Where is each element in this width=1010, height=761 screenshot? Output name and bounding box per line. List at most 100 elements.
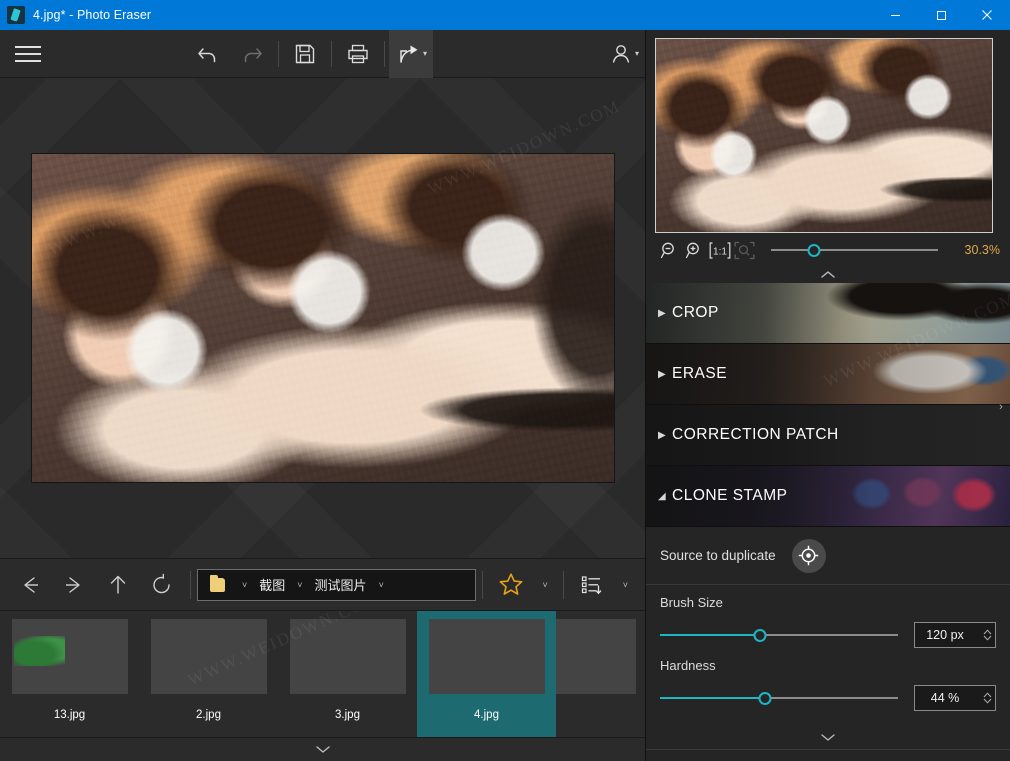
window-controls <box>872 0 1010 30</box>
panel-collapse-toggle[interactable]: › <box>994 393 1008 421</box>
share-icon <box>400 45 418 63</box>
thumbnail-image <box>289 619 406 694</box>
hardness-slider-handle[interactable] <box>758 691 772 705</box>
hardness-value: 44 % <box>930 691 960 705</box>
undo-button[interactable] <box>186 30 230 78</box>
nav-divider <box>190 570 191 599</box>
chevron-down-icon <box>821 733 835 741</box>
thumbnail-image <box>11 619 128 694</box>
breadcrumb-item-1[interactable]: 截图 <box>256 575 288 594</box>
accordion-item-crop[interactable]: ▶ CROP <box>646 283 1010 344</box>
toolbar-divider-3 <box>384 40 385 67</box>
options-collapse-button[interactable] <box>646 727 1010 747</box>
accordion-item-erase[interactable]: ▶ ERASE <box>646 344 1010 405</box>
zoom-slider-handle[interactable] <box>807 243 821 257</box>
tools-panel: 1:1 30.3% ▶ CROP ▶ ERASE ▶ CORRECTION PA… <box>645 30 1010 761</box>
list-item[interactable]: 2.jpg <box>139 611 278 737</box>
list-item[interactable] <box>556 611 636 737</box>
filmstrip[interactable]: 13.jpg 2.jpg 3.jpg 4.jpg WWW.WEIDOWN.COM <box>0 610 645 737</box>
share-caret-icon: ▾ <box>423 49 428 58</box>
save-icon <box>295 44 315 63</box>
breadcrumb[interactable]: ˅ 截图 ˅ 测试图片 ˅ <box>197 568 477 601</box>
accordion-label: CORRECTION PATCH <box>672 426 839 443</box>
print-icon <box>348 44 368 63</box>
source-to-duplicate-row: Source to duplicate <box>646 527 1010 585</box>
zoom-in-button[interactable] <box>682 237 707 263</box>
zoom-slider-track <box>771 249 938 251</box>
print-button[interactable] <box>336 30 380 78</box>
chevron-down-icon[interactable]: ˅ <box>288 580 311 590</box>
accordion-label: ERASE <box>672 365 728 382</box>
chevron-down-icon[interactable]: ˅ <box>370 580 393 590</box>
sort-list-icon <box>581 575 601 594</box>
list-item[interactable]: 3.jpg <box>278 611 417 737</box>
slider-fill <box>660 697 765 699</box>
back-button[interactable] <box>8 565 52 605</box>
nav-divider-2 <box>482 570 484 599</box>
actual-size-button[interactable]: 1:1 <box>707 237 732 263</box>
stepper-arrows[interactable] <box>979 686 995 710</box>
up-arrow-icon <box>110 575 126 593</box>
favorites-button[interactable] <box>489 565 533 605</box>
account-button[interactable]: ▾ <box>601 30 645 78</box>
brush-size-slider[interactable] <box>660 626 898 644</box>
edited-photo[interactable] <box>31 154 614 482</box>
brush-size-block: Brush Size 120 px <box>646 585 1010 648</box>
editor-column: ▾ ▾ WWW.WEIDOWN.COM WWW.WEIDOW <box>0 29 645 761</box>
target-crosshair-icon <box>798 545 819 566</box>
title-bar: 4.jpg* - Photo Eraser <box>0 0 1010 30</box>
forward-arrow-icon <box>66 576 80 593</box>
refresh-button[interactable] <box>140 565 184 605</box>
hardness-slider[interactable] <box>660 689 898 707</box>
zoom-out-icon <box>660 242 674 258</box>
brush-size-slider-handle[interactable] <box>753 628 767 642</box>
clone-stamp-options: Source to duplicate Brush Size 120 px Ha… <box>646 527 1010 761</box>
source-picker-button[interactable] <box>791 538 826 573</box>
zoom-in-icon <box>685 242 699 258</box>
breadcrumb-item-2[interactable]: 测试图片 <box>312 575 370 594</box>
sort-caret-icon[interactable]: ˅ <box>614 580 637 590</box>
maximize-button[interactable] <box>918 0 964 30</box>
stepper-arrows[interactable] <box>979 623 995 647</box>
brush-size-stepper[interactable]: 120 px <box>914 622 996 648</box>
list-item[interactable]: 13.jpg <box>0 611 139 737</box>
chevron-right-icon: ▶ <box>658 307 666 319</box>
hardness-label: Hardness <box>660 658 716 673</box>
forward-button[interactable] <box>52 565 96 605</box>
fit-to-screen-button[interactable] <box>732 237 757 263</box>
image-canvas[interactable]: WWW.WEIDOWN.COM WWW.WEIDOWN.COM <box>0 78 645 558</box>
share-button[interactable]: ▾ <box>389 29 434 78</box>
account-caret-icon: ▾ <box>634 49 639 58</box>
up-button[interactable] <box>96 565 140 605</box>
save-button[interactable] <box>283 30 327 78</box>
close-button[interactable] <box>964 0 1010 30</box>
accordion-item-clone-stamp[interactable]: ◢ CLONE STAMP <box>646 466 1010 527</box>
folder-icon <box>210 574 225 592</box>
triangle-expanded-icon: ◢ <box>658 490 666 502</box>
minimize-button[interactable] <box>872 0 918 30</box>
options-filler <box>646 749 1010 761</box>
star-icon <box>500 573 523 595</box>
zoom-slider[interactable] <box>771 237 938 263</box>
brush-size-label: Brush Size <box>660 595 723 610</box>
preview-container <box>646 30 1010 233</box>
hardness-stepper[interactable]: 44 % <box>914 685 996 711</box>
filmstrip-collapse-button[interactable] <box>0 737 645 761</box>
preview-image[interactable] <box>655 38 993 233</box>
thumbnail-image <box>150 619 267 694</box>
one-to-one-icon: 1:1 <box>709 241 730 259</box>
menu-button[interactable] <box>0 30 56 78</box>
thumbnail-label: 4.jpg <box>474 709 499 721</box>
accordion-item-correction-patch[interactable]: ▶ CORRECTION PATCH <box>646 405 1010 466</box>
favorites-caret-icon[interactable]: ˅ <box>533 580 556 590</box>
zoom-toolbar: 1:1 30.3% <box>646 233 1010 267</box>
list-item-selected[interactable]: 4.jpg <box>417 611 556 737</box>
sort-button[interactable] <box>570 565 614 605</box>
zoom-out-button[interactable] <box>657 237 682 263</box>
nav-divider-3 <box>562 570 564 599</box>
chevron-down-icon[interactable]: ˅ <box>233 580 256 590</box>
preview-collapse-button[interactable] <box>646 267 1010 283</box>
redo-button[interactable] <box>230 30 274 78</box>
hamburger-icon <box>15 41 41 67</box>
svg-text:1:1: 1:1 <box>713 246 727 257</box>
